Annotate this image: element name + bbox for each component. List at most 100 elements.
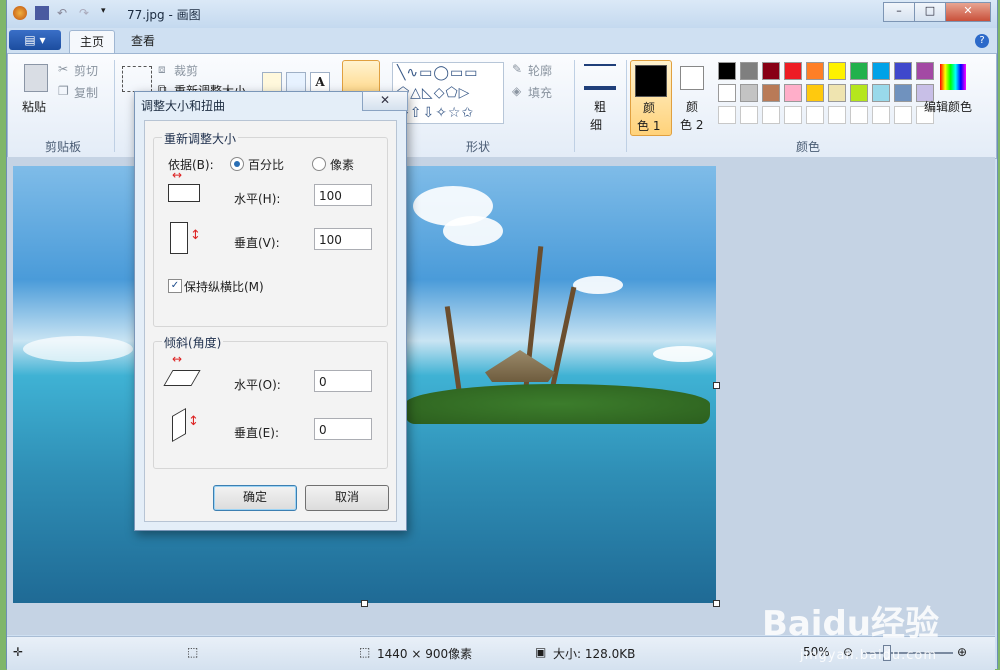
selection-size-icon: ⬚ <box>187 645 199 659</box>
paste-button[interactable]: 粘贴 <box>18 62 52 122</box>
color2-swatch <box>680 66 704 90</box>
palette-swatch[interactable] <box>894 106 912 124</box>
fill-button[interactable]: 填充 <box>528 84 552 101</box>
palette-swatch[interactable] <box>718 106 736 124</box>
crop-icon: ⧈ <box>158 62 166 76</box>
vertical-skew-arrow-icon: ↕ <box>188 414 199 429</box>
zoom-in-button[interactable]: ⊕ <box>957 645 967 659</box>
window-title: 77.jpg - 画图 <box>127 8 201 22</box>
colors-group-label: 颜色 <box>795 140 820 154</box>
crop-button[interactable]: 裁剪 <box>174 62 198 79</box>
palette-swatch[interactable] <box>872 62 890 80</box>
help-icon[interactable]: ? <box>975 34 989 48</box>
cursor-position-icon: ✛ <box>13 645 24 659</box>
color2-label-2: 色 2 <box>680 118 704 132</box>
fill-icon[interactable] <box>286 72 306 92</box>
horizontal-resize-icon <box>168 184 200 202</box>
palette-swatch[interactable] <box>762 84 780 102</box>
palette-swatch[interactable] <box>894 62 912 80</box>
pencil-icon[interactable] <box>262 72 282 92</box>
baidu-watermark-url: jingyan.baidu.com <box>800 648 937 663</box>
size-label-1: 粗 <box>594 100 607 114</box>
ok-button[interactable]: 确定 <box>213 485 297 511</box>
percent-label[interactable]: 百分比 <box>248 156 284 173</box>
color1-label-1: 颜 <box>643 101 656 115</box>
redo-icon[interactable]: ↷ <box>79 6 93 20</box>
palette-swatch[interactable] <box>894 84 912 102</box>
palette-swatch[interactable] <box>828 62 846 80</box>
minimize-button[interactable]: – <box>883 2 915 22</box>
size-button[interactable]: 粗 细 <box>582 62 618 132</box>
palette-swatch[interactable] <box>762 62 780 80</box>
skew-section: 倾斜(角度) ↔ 水平(O): 0 ↕ 垂直(E): 0 <box>153 334 388 469</box>
copy-button[interactable]: 复制 <box>74 84 98 101</box>
palette-swatch[interactable] <box>828 106 846 124</box>
palette-swatch[interactable] <box>718 84 736 102</box>
clipboard-icon <box>24 64 48 92</box>
palette-swatch[interactable] <box>850 62 868 80</box>
palette-swatch[interactable] <box>850 106 868 124</box>
palette-swatch[interactable] <box>718 62 736 80</box>
skew-vertical-input[interactable]: 0 <box>314 418 372 440</box>
palette-swatch[interactable] <box>850 84 868 102</box>
palette-swatch[interactable] <box>784 106 802 124</box>
ribbon-tabs: ▤ ▾ 主页 查看 ? <box>7 28 997 54</box>
palette-swatch[interactable] <box>806 84 824 102</box>
outline-button[interactable]: 轮廓 <box>528 62 552 79</box>
color1-button[interactable]: 颜 色 1 <box>630 60 672 136</box>
save-icon[interactable] <box>35 6 49 20</box>
size-label-2: 细 <box>590 118 603 132</box>
percent-radio[interactable] <box>230 157 244 171</box>
outline-icon: ✎ <box>512 62 523 76</box>
skew-horizontal-input[interactable]: 0 <box>314 370 372 392</box>
paint-app-icon[interactable] <box>13 6 27 20</box>
dialog-title: 调整大小和扭曲 <box>141 99 226 113</box>
palette-swatch[interactable] <box>828 84 846 102</box>
skew-section-title: 倾斜(角度) <box>162 334 224 351</box>
palette-swatch[interactable] <box>740 84 758 102</box>
vertical-input[interactable]: 100 <box>314 228 372 250</box>
app-menu-button[interactable]: ▤ ▾ <box>9 30 61 50</box>
cancel-button[interactable]: 取消 <box>305 485 389 511</box>
vertical-skew-icon <box>172 407 186 443</box>
horizontal-label: 水平(H): <box>234 192 281 206</box>
undo-icon[interactable]: ↶ <box>57 6 71 20</box>
paste-label: 粘贴 <box>22 100 47 114</box>
tab-view[interactable]: 查看 <box>121 30 165 52</box>
pixels-label[interactable]: 像素 <box>330 156 354 173</box>
palette-swatch[interactable] <box>740 106 758 124</box>
color1-label-2: 色 1 <box>637 119 661 133</box>
vertical-label: 垂直(V): <box>234 236 280 250</box>
close-button[interactable]: ✕ <box>945 2 991 22</box>
shapes-gallery[interactable]: ╲∿▭◯▭▭ ⬠△◺◇⬠▷ ⇨⇧⇩✧☆✩ <box>392 62 504 124</box>
color2-label-1: 颜 <box>686 100 699 114</box>
file-size: 大小: 128.0KB <box>553 647 636 661</box>
horizontal-input[interactable]: 100 <box>314 184 372 206</box>
color-wheel-icon <box>940 64 966 90</box>
palette-swatch[interactable] <box>806 106 824 124</box>
vertical-arrow-icon: ↕ <box>190 228 201 243</box>
text-icon[interactable]: A <box>310 72 330 92</box>
pixels-radio[interactable] <box>312 157 326 171</box>
cut-button[interactable]: 剪切 <box>74 62 98 79</box>
select-button[interactable] <box>122 66 152 92</box>
keep-ratio-checkbox[interactable]: ✓ <box>168 279 182 293</box>
tab-home[interactable]: 主页 <box>69 30 116 53</box>
edit-colors-button[interactable]: 编辑颜色 <box>924 62 984 122</box>
maximize-button[interactable]: □ <box>914 2 946 22</box>
paint-window: ↶ ↷ ▾ 77.jpg - 画图 – □ ✕ ▤ ▾ 主页 查看 ? 粘贴 ✂… <box>6 0 998 670</box>
keep-ratio-label[interactable]: 保持纵横比(M) <box>184 278 264 295</box>
palette-swatch[interactable] <box>784 62 802 80</box>
palette-swatch[interactable] <box>784 84 802 102</box>
palette-swatch[interactable] <box>762 106 780 124</box>
chevron-down-icon[interactable]: ▾ <box>101 6 115 20</box>
clipboard-group-label: 剪贴板 <box>44 140 81 154</box>
palette-swatch[interactable] <box>806 62 824 80</box>
dialog-close-button[interactable]: ✕ <box>362 91 408 111</box>
color1-swatch <box>635 65 667 97</box>
color2-button[interactable]: 颜 色 2 <box>674 60 714 134</box>
palette-swatch[interactable] <box>740 62 758 80</box>
palette-swatch[interactable] <box>872 84 890 102</box>
palette-swatch[interactable] <box>872 106 890 124</box>
horizontal-arrow-icon: ↔ <box>172 168 183 182</box>
